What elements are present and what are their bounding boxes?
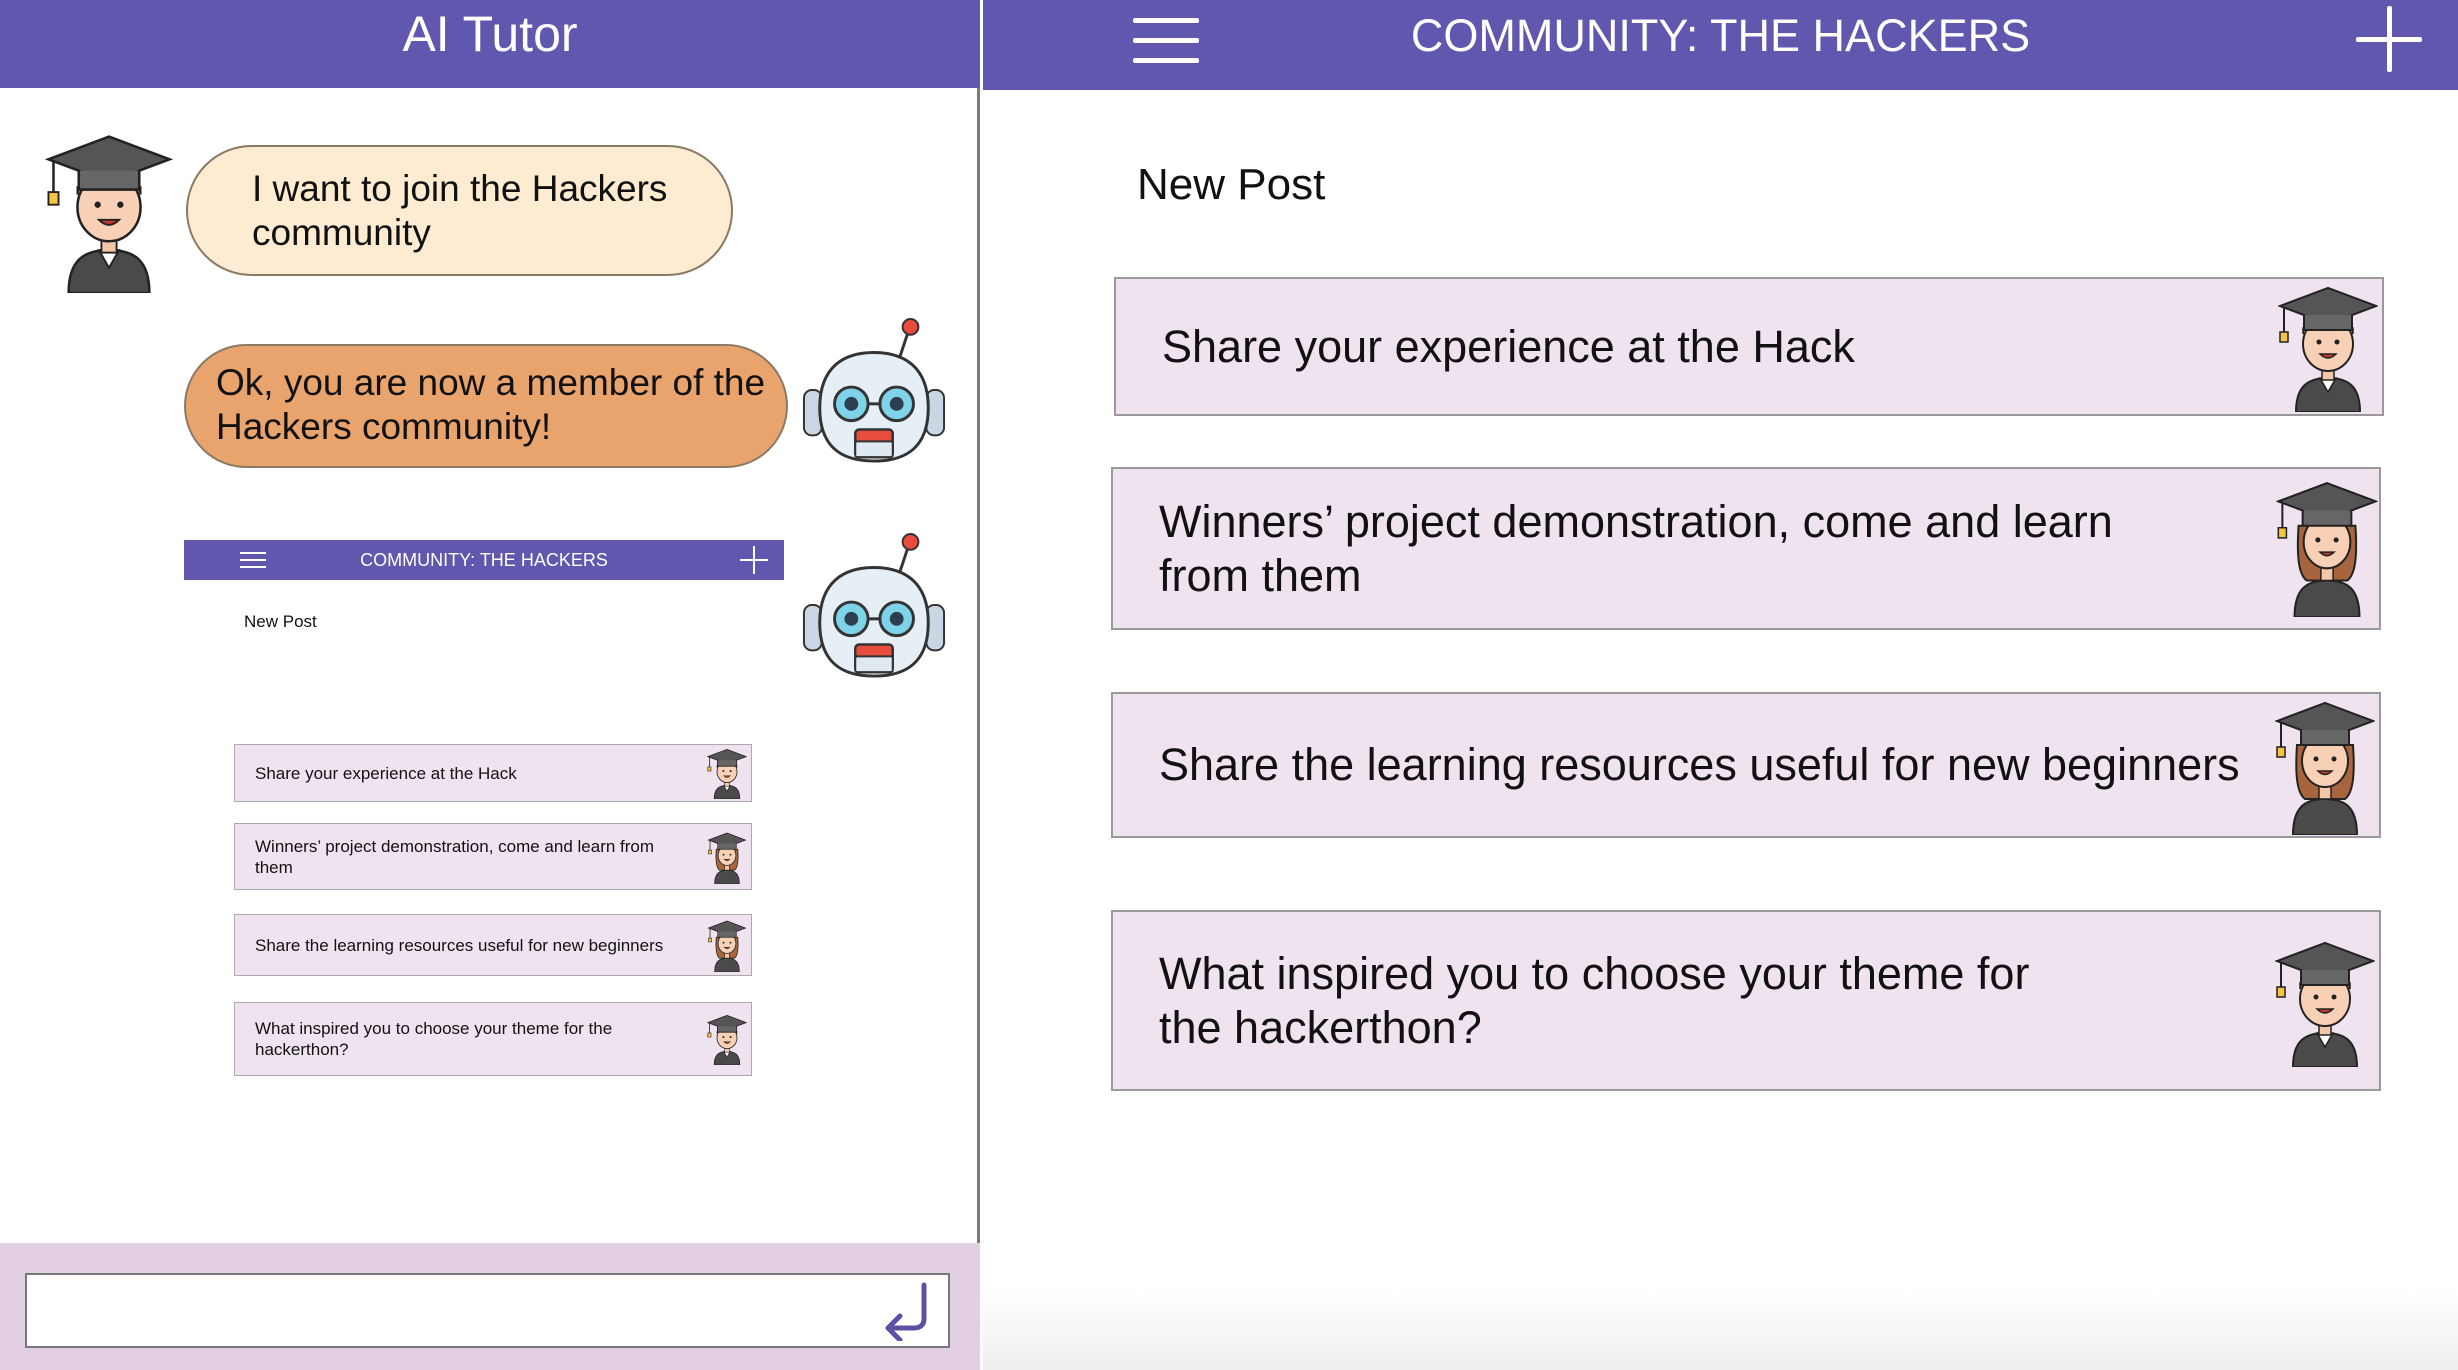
male-graduate-icon [707, 1012, 747, 1066]
tutor-title: AI Tutor [402, 6, 578, 62]
female-graduate-icon [2275, 475, 2379, 617]
male-graduate-icon [2278, 281, 2378, 413]
new-post-button[interactable]: New Post [1137, 160, 1325, 210]
bot-message-text: Ok, you are now a member of the Hackers … [216, 362, 766, 447]
tutor-panel: AI Tutor I want to join the Hackers comm… [0, 0, 980, 1370]
robot-icon [800, 316, 948, 468]
female-graduate-icon [2275, 695, 2375, 835]
preview-post-card: Winners’ project demonstration, come and… [234, 823, 752, 890]
male-graduate-icon [707, 746, 747, 800]
post-text: Winners’ project demonstration, come and… [1159, 495, 2113, 601]
preview-post-text: Share the learning resources useful for … [255, 935, 664, 955]
plus-icon[interactable] [2356, 6, 2422, 72]
footer-shade [983, 1290, 2458, 1370]
preview-post-text: Share your experience at the Hack [255, 763, 517, 783]
post-card[interactable]: Share the learning resources useful for … [1111, 692, 2381, 838]
community-preview[interactable]: COMMUNITY: THE HACKERS New Post Share yo… [184, 540, 784, 1080]
post-card[interactable]: Share your experience at the Hack [1114, 277, 2384, 416]
enter-arrow-icon[interactable] [880, 1281, 936, 1341]
message-input-bar [0, 1243, 980, 1370]
preview-header: COMMUNITY: THE HACKERS [184, 540, 784, 580]
preview-post-card: Share the learning resources useful for … [234, 914, 752, 976]
chat-area: I want to join the Hackers community Ok,… [0, 88, 980, 1243]
community-title: COMMUNITY: THE HACKERS [1410, 10, 2031, 61]
preview-new-post: New Post [244, 612, 317, 631]
preview-post-card: What inspired you to choose your theme f… [234, 1002, 752, 1076]
male-graduate-icon [2275, 934, 2375, 1070]
hamburger-menu-icon [240, 552, 266, 569]
female-graduate-icon [707, 830, 747, 884]
tutor-header: AI Tutor [0, 0, 980, 88]
post-text: Share your experience at the Hack [1162, 320, 1855, 372]
preview-post-text: What inspired you to choose your theme f… [255, 1019, 613, 1059]
message-input[interactable] [25, 1273, 950, 1348]
community-panel: COMMUNITY: THE HACKERS New Post Share yo… [983, 0, 2458, 1370]
hamburger-menu-icon[interactable] [1133, 18, 1199, 64]
user-message-text: I want to join the Hackers community [252, 168, 668, 253]
preview-post-card: Share your experience at the Hack [234, 744, 752, 802]
post-text: Share the learning resources useful for … [1159, 739, 2240, 790]
preview-title: COMMUNITY: THE HACKERS [360, 550, 608, 570]
robot-icon [800, 531, 948, 683]
post-text: What inspired you to choose your theme f… [1159, 947, 2030, 1053]
bot-message-bubble: Ok, you are now a member of the Hackers … [184, 344, 788, 468]
community-header: COMMUNITY: THE HACKERS [983, 0, 2458, 90]
male-graduate-icon [45, 129, 173, 293]
post-card[interactable]: What inspired you to choose your theme f… [1111, 910, 2381, 1091]
plus-icon [740, 546, 768, 574]
post-card[interactable]: Winners’ project demonstration, come and… [1111, 467, 2381, 630]
user-message-bubble: I want to join the Hackers community [186, 145, 733, 276]
preview-post-text: Winners’ project demonstration, come and… [255, 836, 655, 877]
female-graduate-icon [707, 918, 747, 972]
